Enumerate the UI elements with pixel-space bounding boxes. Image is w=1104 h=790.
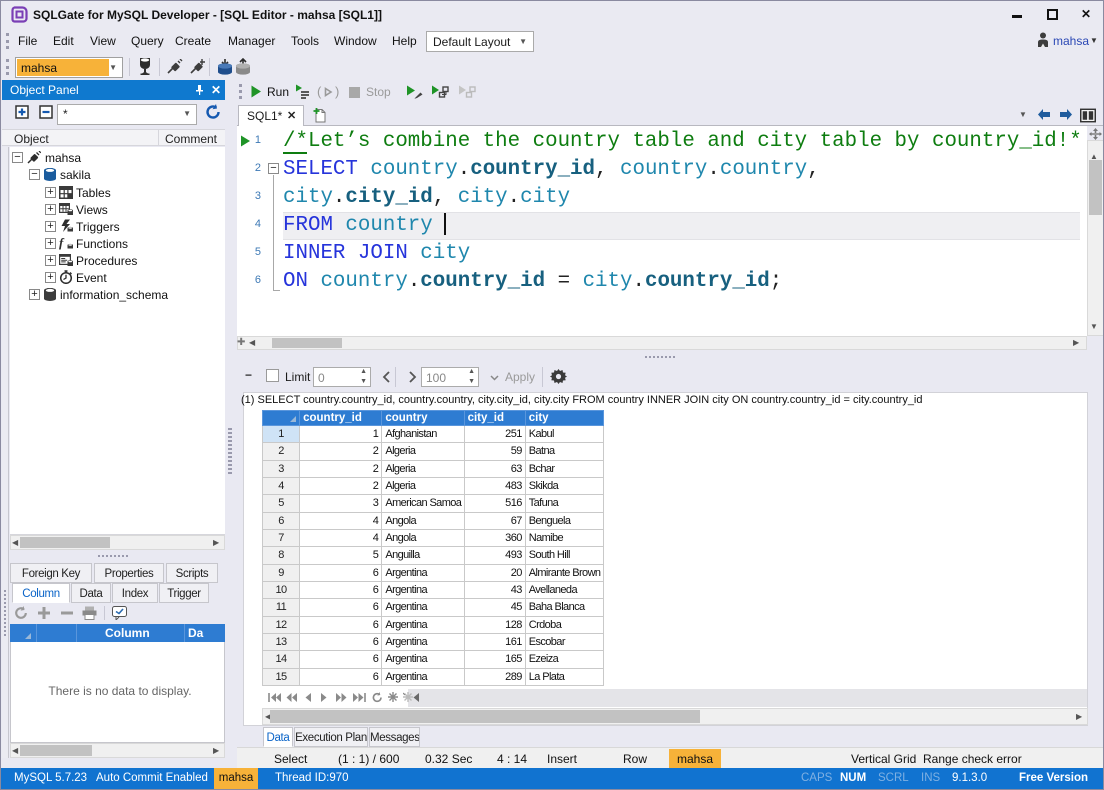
svg-text:f: f [59,236,65,250]
